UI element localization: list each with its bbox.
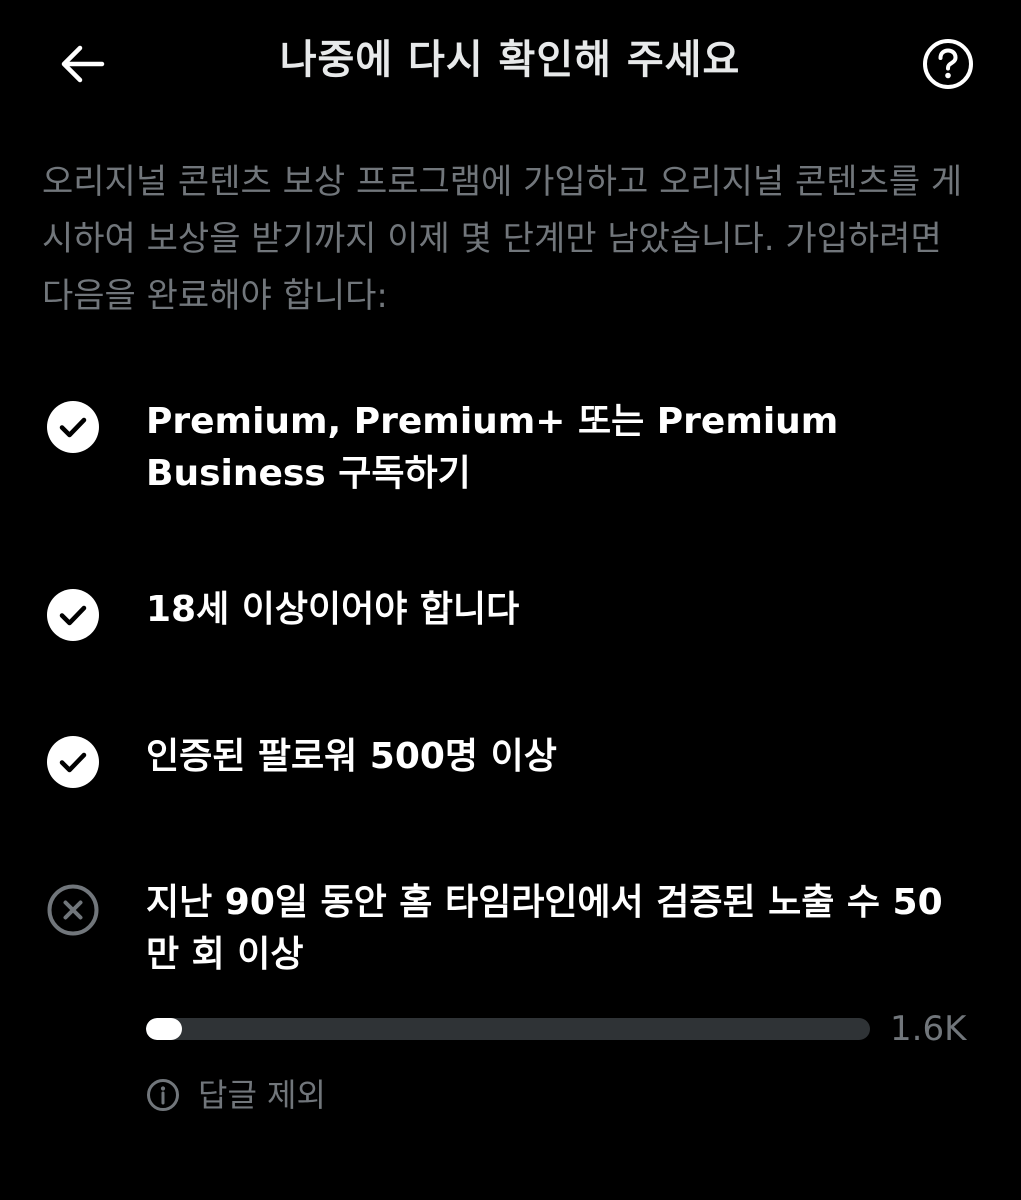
requirement-label: 지난 90일 동안 홈 타임라인에서 검증된 노출 수 50만 회 이상 — [146, 882, 943, 975]
requirement-item: Premium, Premium+ 또는 Premium Business 구독… — [46, 396, 986, 506]
requirement-label: 인증된 팔로워 500명 이상 — [146, 736, 557, 777]
progress-value: 1.6K — [890, 1009, 967, 1049]
requirement-label: 18세 이상이어야 합니다 — [146, 589, 520, 630]
info-circle-icon — [147, 1079, 179, 1111]
note-text: 답글 제외 — [198, 1076, 326, 1114]
impressions-progress-bar — [146, 1018, 870, 1040]
header: 나중에 다시 확인해 주세요 — [0, 0, 1021, 130]
requirement-label: Premium, Premium+ 또는 Premium Business 구독… — [146, 401, 839, 494]
requirement-item: 18세 이상이어야 합니다 — [46, 584, 986, 644]
check-circle-icon — [47, 589, 99, 641]
page-title: 나중에 다시 확인해 주세요 — [279, 37, 741, 83]
arrow-left-icon — [61, 45, 105, 83]
note: 답글 제외 — [146, 1072, 326, 1118]
intro-text: 오리지널 콘텐츠 보상 프로그램에 가입하고 오리지널 콘텐츠를 게시하여 보상… — [42, 162, 963, 316]
requirement-item: 지난 90일 동안 홈 타임라인에서 검증된 노출 수 50만 회 이상 — [46, 877, 986, 987]
check-circle-icon — [47, 736, 99, 788]
check-circle-icon — [47, 401, 99, 453]
help-button[interactable] — [918, 36, 978, 92]
back-button[interactable] — [52, 36, 112, 92]
requirement-item: 인증된 팔로워 500명 이상 — [46, 731, 986, 791]
x-circle-icon — [47, 884, 99, 936]
progress-fill — [146, 1018, 183, 1040]
question-circle-icon — [923, 39, 973, 89]
